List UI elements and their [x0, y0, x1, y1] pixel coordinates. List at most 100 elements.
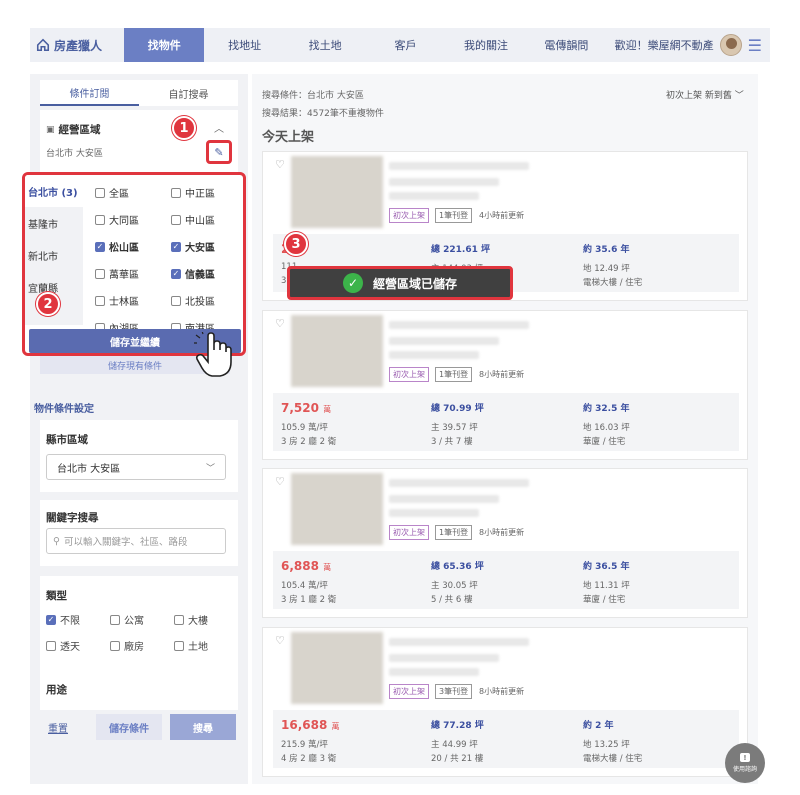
price-unit: 萬	[323, 563, 332, 572]
nav-customers[interactable]: 客戶	[365, 28, 445, 62]
first-listing-tag: 初次上架	[389, 525, 429, 540]
district-option[interactable]: 萬華區	[95, 260, 171, 287]
checkbox-icon: ✓	[95, 241, 105, 252]
listing-price: 6,888 萬	[281, 559, 331, 573]
land-area: 地 11.31 坪	[583, 581, 630, 591]
listing-photo[interactable]	[291, 156, 383, 228]
chevron-up-icon[interactable]: ︿	[214, 120, 224, 135]
district-label: 信義區	[185, 270, 215, 281]
building-age: 約 32.5 年	[583, 404, 630, 414]
chat-help-button[interactable]: ! 使用諮詢	[725, 743, 765, 783]
sort-label: 初次上架 新到舊	[666, 91, 732, 101]
user-welcome[interactable]: 歡迎！樂屋網不動產 ☰	[607, 28, 770, 62]
nav-find-land[interactable]: 找土地	[285, 28, 365, 62]
main-nav: 找物件 找地址 找土地 客戶 我的關注 電傳韻問	[124, 28, 607, 62]
listing-stats: 16,688 萬 總 77.28 坪 約 2 年 215.9 萬/坪 主 44.99 坪…	[273, 710, 739, 768]
building-age: 約 35.6 年	[583, 245, 630, 255]
price-unit: 萬	[331, 722, 340, 731]
total-area: 總 65.36 坪	[431, 562, 484, 572]
type-option-label: 土地	[188, 642, 208, 653]
blurred-title	[389, 321, 529, 329]
city-item-taipei[interactable]: 台北市 (3)	[25, 175, 83, 207]
price-unit: 萬	[323, 405, 332, 414]
keyword-search-input[interactable]: ⚲ 可以輸入關鍵字、社區、路段	[46, 528, 226, 554]
hamburger-menu-icon[interactable]: ☰	[748, 36, 762, 55]
type-option[interactable]: 透天	[46, 638, 80, 653]
main-area: 主 39.57 坪	[431, 423, 478, 433]
listing-photo[interactable]	[291, 315, 383, 387]
blurred-line	[389, 654, 499, 662]
checkbox-icon	[95, 295, 105, 306]
city-item-keelung[interactable]: 基隆市	[25, 207, 83, 239]
total-area: 總 77.28 坪	[431, 721, 484, 731]
listing-price: 7,520 萬	[281, 401, 331, 415]
search-icon: ⚲	[53, 535, 60, 547]
listing-photo[interactable]	[291, 473, 383, 545]
keyword-label: 關鍵字搜尋	[46, 512, 99, 524]
listing-card[interactable]: ♡ 初次上架 1筆刊登 8小時前更新 6,888 萬 總 65.36 坪 約 36.5 年 1…	[262, 468, 748, 618]
checkbox-icon	[110, 614, 120, 625]
avatar[interactable]	[719, 34, 742, 56]
nav-find-address[interactable]: 找地址	[204, 28, 284, 62]
search-button[interactable]: 搜尋	[170, 714, 236, 740]
tab-subscriptions[interactable]: 條件訂閱	[40, 80, 139, 106]
building-type: 華廈 / 住宅	[583, 437, 626, 447]
district-option[interactable]: 士林區	[95, 287, 171, 314]
chevron-down-icon: ﹀	[205, 463, 215, 474]
district-option[interactable]: 北投區	[171, 287, 243, 314]
checkbox-icon	[174, 614, 184, 625]
district-grid: 全區中正區大同區中山區✓松山區✓大安區萬華區✓信義區士林區北投區內湖區南港區	[95, 179, 243, 341]
sort-select[interactable]: 初次上架 新到舊 ﹀	[666, 88, 744, 101]
step-badge-1: 1	[172, 116, 196, 140]
district-option[interactable]: 中正區	[171, 179, 243, 206]
heart-icon[interactable]: ♡	[275, 634, 285, 647]
type-option[interactable]: 大樓	[174, 612, 208, 627]
type-card: 類型 ✓ 不限 公寓 大樓 透天 廠房 土地 用途	[40, 576, 238, 710]
floor-info: 5 / 共 6 樓	[431, 595, 473, 605]
sidebar-actions: 重置 儲存條件 搜尋	[30, 710, 248, 744]
save-conditions-button[interactable]: 儲存條件	[96, 714, 162, 740]
blurred-line	[389, 337, 499, 345]
brand-logo[interactable]: 房產獵人	[30, 28, 124, 62]
city-area-select[interactable]: 台北市 大安區 ﹀	[46, 454, 226, 480]
listing-count-tag: 3筆刊登	[435, 684, 473, 699]
tab-custom-search[interactable]: 自訂搜尋	[139, 80, 238, 106]
blurred-line	[389, 192, 479, 200]
first-listing-tag: 初次上架	[389, 367, 429, 382]
nav-find-property[interactable]: 找物件	[124, 28, 205, 62]
district-option[interactable]: ✓ 大安區	[171, 233, 243, 260]
blurred-title	[389, 638, 529, 646]
type-option[interactable]: ✓ 不限	[46, 612, 80, 627]
heart-icon[interactable]: ♡	[275, 317, 285, 330]
blurred-line	[389, 509, 479, 517]
heart-icon[interactable]: ♡	[275, 158, 285, 171]
building-type: 電梯大樓 / 住宅	[583, 278, 643, 288]
settings-title: 物件條件設定	[34, 404, 94, 415]
region-value: 台北市 大安區	[46, 149, 103, 159]
edit-region-button[interactable]: ✎	[206, 140, 232, 164]
district-option[interactable]: 全區	[95, 179, 171, 206]
reset-link[interactable]: 重置	[48, 720, 68, 735]
blurred-title	[389, 479, 529, 487]
listing-card[interactable]: ♡ 初次上架 1筆刊登 8小時前更新 7,520 萬 總 70.99 坪 約 32.5 年 1…	[262, 310, 748, 460]
updated-time: 8小時前更新	[479, 370, 525, 379]
district-label: 北投區	[185, 297, 215, 308]
nav-my-follows[interactable]: 我的關注	[446, 28, 526, 62]
district-option[interactable]: ✓ 松山區	[95, 233, 171, 260]
type-option[interactable]: 土地	[174, 638, 208, 653]
type-option-label: 廠房	[124, 642, 144, 653]
district-option[interactable]: 大同區	[95, 206, 171, 233]
district-option[interactable]: ✓ 信義區	[171, 260, 243, 287]
search-results-count: 搜尋結果：4572筆不重複物件	[262, 109, 384, 119]
listing-count-tag: 1筆刊登	[435, 525, 473, 540]
listing-photo[interactable]	[291, 632, 383, 704]
district-option[interactable]: 中山區	[171, 206, 243, 233]
room-layout: 3	[281, 276, 287, 286]
city-item-new-taipei[interactable]: 新北市	[25, 239, 83, 271]
listing-stats: 6,888 萬 總 65.36 坪 約 36.5 年 105.4 萬/坪 主 30.05…	[273, 551, 739, 609]
listing-card[interactable]: ♡ 初次上架 3筆刊登 8小時前更新 16,688 萬 總 77.28 坪 約 2 年 215…	[262, 627, 748, 777]
nav-fax[interactable]: 電傳韻問	[526, 28, 606, 62]
type-option[interactable]: 公寓	[110, 612, 144, 627]
type-option[interactable]: 廠房	[110, 638, 144, 653]
heart-icon[interactable]: ♡	[275, 475, 285, 488]
